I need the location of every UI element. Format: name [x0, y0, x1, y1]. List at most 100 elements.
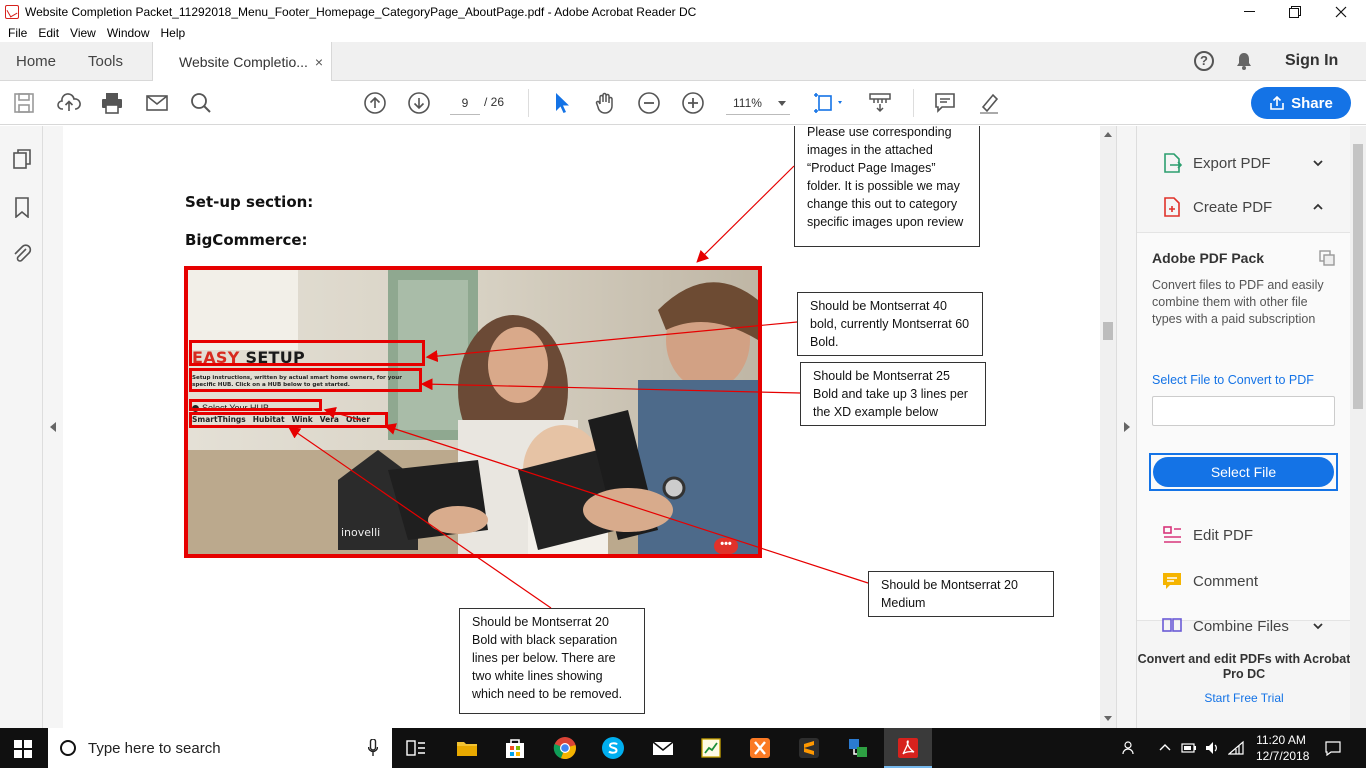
select-file-focus-ring: Select File [1149, 453, 1338, 491]
tab-tools[interactable]: Tools [88, 42, 123, 81]
scroll-up-icon[interactable] [1104, 132, 1112, 137]
select-file-button[interactable]: Select File [1153, 457, 1334, 487]
sublime-text-icon[interactable] [797, 736, 821, 760]
menu-help[interactable]: Help [161, 26, 186, 40]
page-total: / 26 [484, 95, 505, 109]
select-cursor-icon[interactable] [550, 91, 574, 115]
chevron-down-icon[interactable] [1313, 158, 1323, 168]
menu-edit[interactable]: Edit [38, 26, 59, 40]
taskbar-search[interactable]: Type here to search [48, 728, 392, 768]
pages-icon[interactable] [11, 148, 33, 170]
save-icon[interactable] [12, 91, 36, 115]
document-scrollbar[interactable] [1100, 126, 1116, 728]
help-icon[interactable]: ? [1194, 51, 1214, 71]
copy-icon[interactable] [1319, 250, 1335, 266]
chevron-up-icon[interactable] [1157, 740, 1173, 756]
chrome-icon[interactable] [553, 736, 577, 760]
free-trial-link[interactable]: Start Free Trial [1137, 691, 1351, 705]
windows-start-icon[interactable] [14, 740, 32, 758]
export-pdf-icon [1164, 153, 1183, 173]
scroll-mode-icon[interactable] [868, 91, 892, 115]
hand-tool-icon[interactable] [593, 91, 617, 115]
fit-page-icon[interactable] [812, 91, 848, 115]
zoom-out-icon[interactable] [637, 91, 661, 115]
minimize-button[interactable] [1226, 0, 1272, 23]
file-drop-field[interactable] [1152, 396, 1335, 426]
acrobat-taskbar-button[interactable] [884, 728, 932, 768]
tab-home[interactable]: Home [16, 42, 56, 81]
document-view[interactable]: Set-up section: BigCommerce: Please use … [63, 126, 1100, 728]
task-view-icon[interactable] [404, 736, 428, 760]
chevron-down-icon[interactable] [1313, 621, 1323, 631]
chevron-up-icon[interactable] [1313, 202, 1323, 212]
system-clock[interactable]: 11:20 AM 12/7/2018 [1256, 732, 1309, 764]
left-panel-toggle[interactable] [43, 126, 63, 728]
highlight-icon[interactable] [977, 91, 1001, 115]
network-app-icon[interactable] [846, 736, 870, 760]
menu-file[interactable]: File [8, 26, 27, 40]
taskbar: Type here to search 11:20 AM 12/7/2018 [0, 728, 1366, 768]
chevron-right-icon [1124, 422, 1130, 432]
store-icon[interactable] [503, 736, 527, 760]
menu-window[interactable]: Window [107, 26, 150, 40]
comment-item[interactable]: Comment [1161, 570, 1258, 592]
pdf-pack-title: Adobe PDF Pack [1152, 250, 1265, 266]
skype-icon[interactable] [601, 736, 625, 760]
acrobat-taskbar-icon [898, 738, 918, 758]
pdf-pack-panel: Adobe PDF Pack Convert files to PDF and … [1137, 232, 1351, 621]
combine-files-item[interactable]: Combine Files [1161, 615, 1289, 637]
restore-button[interactable] [1272, 0, 1318, 23]
tab-document[interactable]: Website Completio... × [152, 42, 332, 82]
website-screenshot: EASY SETUP Setup instructions, written b… [184, 266, 762, 558]
menu-view[interactable]: View [70, 26, 96, 40]
acrobat-icon [5, 4, 19, 19]
tab-bar: Home Tools Website Completio... × [0, 42, 1366, 82]
tools-scroll-thumb[interactable] [1353, 144, 1363, 409]
battery-icon[interactable] [1181, 740, 1197, 756]
print-icon[interactable] [100, 91, 124, 115]
create-pdf-item[interactable]: Create PDF [1161, 196, 1272, 218]
zoom-select[interactable]: 111% [726, 91, 790, 115]
export-pdf-item[interactable]: Export PDF [1161, 152, 1271, 174]
comment-icon[interactable] [933, 91, 957, 115]
edit-pdf-item[interactable]: Edit PDF [1161, 524, 1253, 546]
setup-heading: Set-up section: [185, 193, 314, 211]
previous-page-icon[interactable] [363, 91, 387, 115]
share-button[interactable]: Share [1251, 87, 1351, 119]
close-window-button[interactable] [1318, 0, 1364, 23]
search-icon[interactable] [189, 91, 213, 115]
select-file-link[interactable]: Select File to Convert to PDF [1152, 373, 1314, 387]
bell-icon[interactable] [1236, 52, 1252, 70]
scroll-thumb[interactable] [1103, 322, 1113, 340]
callout-nav-font: Should be Montserrat 20 Bold with black … [459, 608, 645, 714]
pdf-pack-description: Convert files to PDF and easily combine … [1152, 278, 1324, 326]
spreadsheet-app-icon[interactable] [699, 736, 723, 760]
xampp-icon[interactable] [748, 736, 772, 760]
right-panel-toggle[interactable] [1116, 126, 1136, 728]
share-label: Share [1291, 94, 1333, 112]
bookmark-icon[interactable] [11, 196, 33, 218]
restore-icon [1289, 5, 1301, 18]
mail-icon[interactable] [651, 736, 675, 760]
annotation-box-select-hub [189, 399, 322, 411]
tools-pane-scrollbar[interactable] [1350, 126, 1366, 728]
notification-center-icon[interactable] [1325, 740, 1341, 756]
close-icon [1335, 6, 1347, 17]
callout-subtitle-font: Should be Montserrat 25 Bold and take up… [800, 362, 986, 426]
sign-in-link[interactable]: Sign In [1285, 52, 1338, 70]
cloud-upload-icon[interactable] [57, 91, 81, 115]
next-page-icon[interactable] [407, 91, 431, 115]
close-tab-icon[interactable]: × [315, 54, 323, 70]
wifi-icon[interactable] [1228, 740, 1244, 756]
attachment-icon[interactable] [11, 242, 33, 264]
edit-pdf-label: Edit PDF [1193, 526, 1254, 544]
people-icon[interactable] [1122, 740, 1138, 756]
volume-icon[interactable] [1204, 740, 1220, 756]
email-icon[interactable] [145, 91, 169, 115]
file-explorer-icon[interactable] [455, 736, 479, 760]
scroll-down-icon[interactable] [1104, 716, 1112, 721]
create-pdf-icon [1164, 197, 1180, 217]
microphone-icon[interactable] [368, 739, 378, 757]
zoom-in-icon[interactable] [681, 91, 705, 115]
page-number-input[interactable]: 9 [450, 91, 480, 115]
